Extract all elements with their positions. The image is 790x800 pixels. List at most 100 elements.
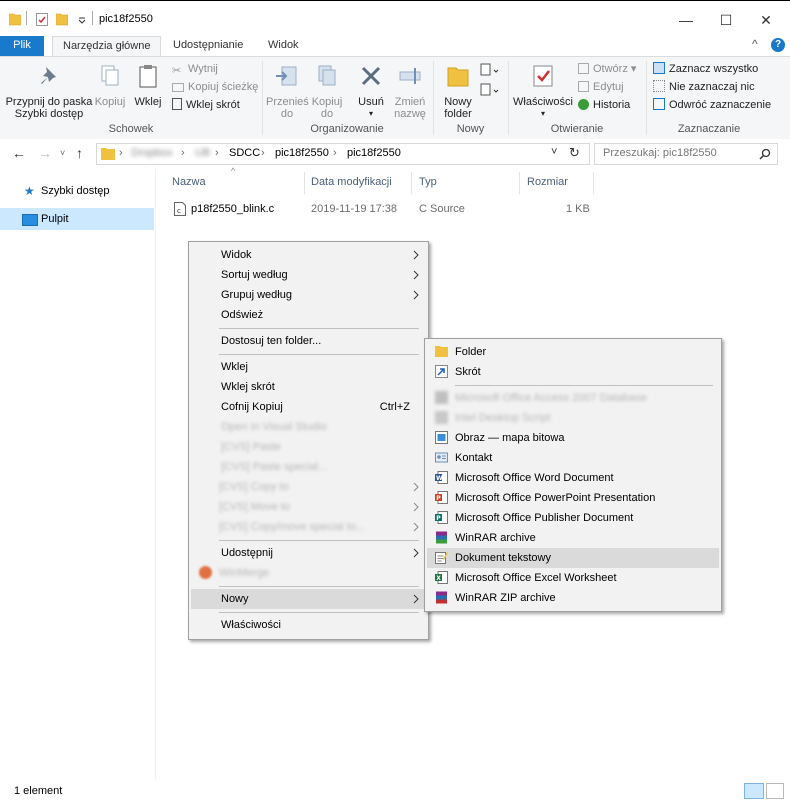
menu-item-winmerge[interactable]: WinMerge (191, 563, 426, 583)
breadcrumb-item[interactable]: Dropbox (131, 147, 173, 159)
new-item-publisher-document[interactable]: P Microsoft Office Publisher Document (427, 508, 719, 528)
refresh-icon[interactable]: ↻ (569, 145, 580, 161)
nav-item-desktop[interactable]: Pulpit (0, 208, 154, 230)
tab-share[interactable]: Udostępnianie (163, 36, 253, 56)
menu-item-properties[interactable]: Właściwości (191, 615, 426, 635)
invert-selection-button[interactable]: Odwróć zaznaczenie (653, 97, 771, 113)
menu-item-group-by[interactable]: Grupuj według (191, 285, 426, 305)
breadcrumb-item[interactable]: pic18f2550 (275, 147, 329, 159)
tab-file[interactable]: Plik (0, 36, 44, 56)
menu-item-label: Cofnij Kopiuj (221, 401, 283, 413)
cut-button[interactable]: ✂ Wytnij (172, 61, 218, 77)
menu-item-customize-folder[interactable]: Dostosuj ten folder... (191, 331, 426, 351)
breadcrumb-item[interactable]: SDCC (229, 147, 260, 159)
up-arrow-icon[interactable]: ↑ (76, 145, 83, 161)
move-to-button[interactable]: Przenieś do (266, 63, 309, 120)
new-item-excel-worksheet[interactable]: X Microsoft Office Excel Worksheet (427, 568, 719, 588)
easy-access-icon[interactable] (480, 83, 500, 99)
column-header-type[interactable]: Typ (419, 176, 437, 188)
new-item-icon[interactable] (480, 63, 500, 79)
column-header-size[interactable]: Rozmiar (527, 176, 568, 188)
menu-item-sort-by[interactable]: Sortuj według (191, 265, 426, 285)
column-separator[interactable] (411, 172, 412, 194)
properties-check-icon[interactable] (36, 12, 48, 26)
new-item-contact[interactable]: Kontakt (427, 448, 719, 468)
copy-path-button[interactable]: Kopiuj ścieżkę (172, 79, 258, 95)
search-box[interactable]: Przeszukaj: pic18f2550 (594, 143, 778, 165)
minimize-button[interactable]: — (666, 9, 706, 31)
copy-button[interactable]: Kopiuj (94, 63, 126, 108)
menu-item-cvs-move-to[interactable]: [CVS] Move to (191, 497, 426, 517)
column-separator[interactable] (593, 172, 594, 194)
menu-item-label: Microsoft Office PowerPoint Presentation (455, 492, 656, 504)
properties-button[interactable]: Właściwości ▾ (512, 63, 574, 120)
menu-item-cvs-copy-to[interactable]: [CVS] Copy to (191, 477, 426, 497)
back-arrow-icon[interactable]: ← (12, 145, 26, 161)
help-icon[interactable]: ? (771, 38, 785, 52)
search-icon[interactable] (759, 148, 771, 160)
maximize-button[interactable]: ☐ (706, 9, 746, 31)
paste-shortcut-button[interactable]: Wklej skrót (172, 97, 240, 113)
new-item-access-database[interactable]: Microsoft Office Access 2007 Database (427, 388, 719, 408)
chevron-down-icon[interactable] (76, 12, 88, 26)
new-item-shortcut[interactable]: Skrót (427, 362, 719, 382)
forward-arrow-icon[interactable]: → (38, 145, 52, 161)
menu-item-view[interactable]: Widok (191, 245, 426, 265)
file-row[interactable]: c p18f2550_blink.c 2019-11-19 17:38 C So… (168, 200, 598, 220)
history-button[interactable]: Historia (578, 97, 630, 113)
tab-home[interactable]: Narzędzia główne (52, 36, 162, 57)
tab-view[interactable]: Widok (258, 36, 309, 56)
properties-icon (533, 65, 553, 87)
menu-item-new[interactable]: Nowy (191, 589, 426, 609)
pin-label-line1: Przypnij do paska (5, 96, 93, 108)
paste-button[interactable]: Wklej (132, 63, 164, 108)
column-header-modified[interactable]: Data modyfikacji (311, 176, 392, 188)
menu-item-cvs-paste[interactable]: [CVS] Paste (191, 437, 426, 457)
menu-item-cvs-copy-move-special[interactable]: [CVS] Copy/move special to... (191, 517, 426, 537)
open-button[interactable]: Otwórz ▾ (578, 61, 636, 77)
column-header-name[interactable]: Nazwa (172, 176, 206, 188)
chevron-up-icon[interactable]: ^ (752, 37, 758, 51)
breadcrumb-item[interactable]: pic18f2550 (347, 147, 401, 159)
column-separator[interactable] (304, 172, 305, 194)
menu-item-open-in-visual-studio[interactable]: Open in Visual Studio (191, 417, 426, 437)
nav-item-quick-access[interactable]: ★ Szybki dostęp (0, 180, 154, 202)
menu-item-paste[interactable]: Wklej (191, 357, 426, 377)
menu-item-undo-copy[interactable]: Cofnij Kopiuj Ctrl+Z (191, 397, 426, 417)
large-icons-view-icon[interactable] (766, 783, 784, 799)
search-input[interactable]: Przeszukaj: pic18f2550 (603, 147, 717, 159)
menu-item-refresh[interactable]: Odśwież (191, 305, 426, 325)
new-item-word-document[interactable]: W Microsoft Office Word Document (427, 468, 719, 488)
breadcrumb-separator: › (181, 147, 185, 159)
breadcrumb-item[interactable]: UB (195, 147, 210, 159)
menu-item-share[interactable]: Udostępnij (191, 543, 426, 563)
details-view-icon[interactable] (744, 783, 764, 799)
recent-chevron-icon[interactable]: ˅ (60, 148, 65, 158)
menu-item-label: Udostępnij (221, 547, 273, 559)
new-item-bitmap-image[interactable]: Obraz — mapa bitowa (427, 428, 719, 448)
column-separator[interactable] (519, 172, 520, 194)
new-item-winrar-archive[interactable]: WinRAR archive (427, 528, 719, 548)
new-item-desktop-script[interactable]: Intel Desktop Script (427, 408, 719, 428)
edit-icon (578, 81, 589, 92)
new-item-winrar-zip[interactable]: WinRAR ZIP archive (427, 588, 719, 608)
copy-to-button[interactable]: Kopiuj do (308, 63, 346, 120)
pin-quick-access-button[interactable]: Przypnij do paska Szybki dostęp (4, 63, 94, 120)
menu-item-cvs-paste-special[interactable]: [CVS] Paste special... (191, 457, 426, 477)
new-folder-icon[interactable] (56, 12, 68, 26)
select-all-button[interactable]: Zaznacz wszystko (653, 61, 758, 77)
new-item-powerpoint-presentation[interactable]: P Microsoft Office PowerPoint Presentati… (427, 488, 719, 508)
close-button[interactable]: ✕ (746, 9, 786, 31)
new-folder-label-line2: folder (444, 108, 472, 120)
chevron-down-icon[interactable]: ˅ (551, 146, 557, 158)
new-item-folder[interactable]: Folder (427, 342, 719, 362)
rename-button[interactable]: Zmień nazwę (392, 63, 428, 120)
menu-item-paste-shortcut[interactable]: Wklej skrót (191, 377, 426, 397)
divider (92, 11, 93, 25)
edit-button[interactable]: Edytuj (578, 79, 624, 95)
new-item-text-document[interactable]: Dokument tekstowy (427, 548, 719, 568)
address-bar[interactable]: › Dropbox › UB › SDCC › pic18f2550 › pic… (96, 143, 590, 165)
delete-button[interactable]: Usuń ▾ (354, 63, 388, 120)
new-folder-button[interactable]: Nowy folder (438, 63, 478, 120)
select-none-button[interactable]: Nie zaznaczaj nic (653, 79, 755, 95)
